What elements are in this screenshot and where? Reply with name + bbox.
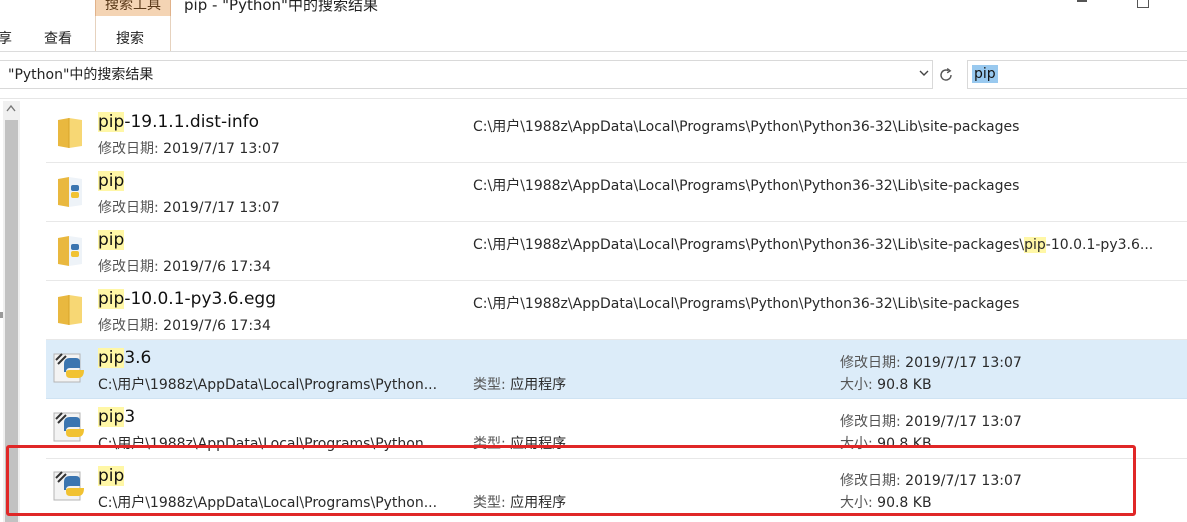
nav-pane-edge — [0, 312, 3, 318]
modified-date: 修改日期: 2019/7/17 13:07 — [840, 411, 1022, 431]
name-highlight: pip — [98, 407, 125, 427]
modified-date-value: 2019/7/17 13:07 — [905, 355, 1022, 371]
modified-date: 修改日期: 2019/7/17 13:07 — [98, 138, 280, 158]
name-rest: 3 — [124, 407, 136, 427]
tab-search[interactable]: 搜索 — [116, 28, 144, 48]
folder-icon — [58, 295, 82, 325]
name-rest: -19.1.1.dist-info — [124, 112, 259, 132]
result-name[interactable]: pip3.6 — [98, 348, 151, 368]
path-text-rest: -10.0.1-py3.6... — [1045, 237, 1154, 253]
tab-share[interactable]: 享 — [0, 28, 12, 48]
modified-date-value: 2019/7/17 13:07 — [163, 200, 280, 216]
file-type: 类型: 应用程序 — [473, 374, 566, 394]
maximize-icon[interactable] — [1137, 0, 1149, 8]
python-package-folder-icon — [58, 177, 82, 207]
modified-date-value: 2019/7/6 17:34 — [163, 259, 271, 275]
modified-date: 修改日期: 2019/7/17 13:07 — [840, 352, 1022, 372]
tab-view[interactable]: 查看 — [44, 28, 72, 48]
name-highlight: pip — [98, 230, 125, 250]
content-divider — [0, 98, 1187, 99]
modified-date-label: 修改日期: — [98, 318, 159, 334]
result-path: C:\用户\1988z\AppData\Local\Programs\Pytho… — [473, 175, 1019, 195]
folder-icon — [58, 118, 82, 148]
context-tab-search-tools[interactable]: 搜索工具 — [95, 0, 171, 16]
path-text: C:\用户\1988z\AppData\Local\Programs\Pytho… — [473, 296, 1020, 312]
result-name[interactable]: pip3 — [98, 407, 135, 427]
size-value: 90.8 KB — [877, 377, 932, 393]
name-highlight: pip — [98, 112, 125, 132]
size-label: 大小: — [840, 377, 873, 393]
file-size: 大小: 90.8 KB — [840, 374, 932, 394]
type-label: 类型: — [473, 377, 506, 393]
modified-date: 修改日期: 2019/7/17 13:07 — [98, 197, 280, 217]
modified-date: 修改日期: 2019/7/6 17:34 — [98, 315, 271, 335]
path-highlight: pip — [1024, 237, 1046, 253]
python-executable-icon — [53, 353, 84, 383]
window-title: pip - "Python"中的搜索结果 — [184, 0, 378, 14]
python-package-folder-icon — [58, 236, 82, 266]
name-highlight: pip — [98, 348, 125, 368]
python-executable-icon — [53, 412, 84, 442]
result-name[interactable]: pip-19.1.1.dist-info — [98, 112, 259, 132]
name-rest: -10.0.1-py3.6.egg — [124, 289, 276, 309]
path-text: C:\用户\1988z\AppData\Local\Programs\Pytho… — [473, 178, 1020, 194]
path-text: C:\用户\1988z\AppData\Local\Programs\Pytho… — [473, 237, 1025, 253]
modified-date-label: 修改日期: — [98, 200, 159, 216]
scroll-up-icon[interactable] — [6, 104, 16, 112]
modified-date-label: 修改日期: — [98, 259, 159, 275]
modified-date-value: 2019/7/17 13:07 — [163, 141, 280, 157]
result-name[interactable]: pip — [98, 171, 125, 191]
result-path: C:\用户\1988z\AppData\Local\Programs\Pytho… — [473, 293, 1019, 313]
search-query-selection[interactable]: pip — [972, 65, 998, 83]
modified-date-value: 2019/7/6 17:34 — [163, 318, 271, 334]
result-name[interactable]: pip-10.0.1-py3.6.egg — [98, 289, 276, 309]
result-name[interactable]: pip — [98, 230, 125, 250]
type-value: 应用程序 — [510, 377, 567, 393]
modified-date: 修改日期: 2019/7/6 17:34 — [98, 256, 271, 276]
search-input[interactable] — [967, 60, 1187, 89]
name-highlight: pip — [98, 171, 125, 191]
name-rest: 3.6 — [124, 348, 152, 368]
modified-date-label: 修改日期: — [840, 355, 901, 371]
ribbon — [0, 0, 1187, 52]
result-path: C:\用户\1988z\AppData\Local\Programs\Pytho… — [473, 234, 1153, 254]
chevron-down-icon[interactable] — [918, 67, 930, 79]
result-path: C:\用户\1988z\AppData\Local\Programs\Pytho… — [98, 377, 438, 393]
refresh-icon[interactable] — [937, 66, 955, 84]
result-path: C:\用户\1988z\AppData\Local\Programs\Pytho… — [473, 116, 1019, 136]
path-text: C:\用户\1988z\AppData\Local\Programs\Pytho… — [473, 119, 1020, 135]
modified-date-value: 2019/7/17 13:07 — [905, 414, 1022, 430]
modified-date-label: 修改日期: — [840, 414, 901, 430]
name-highlight: pip — [98, 289, 125, 309]
annotation-highlight-box — [6, 445, 1136, 516]
modified-date-label: 修改日期: — [98, 141, 159, 157]
breadcrumb[interactable]: "Python"中的搜索结果 — [8, 64, 153, 84]
minimize-icon[interactable] — [1077, 0, 1087, 2]
